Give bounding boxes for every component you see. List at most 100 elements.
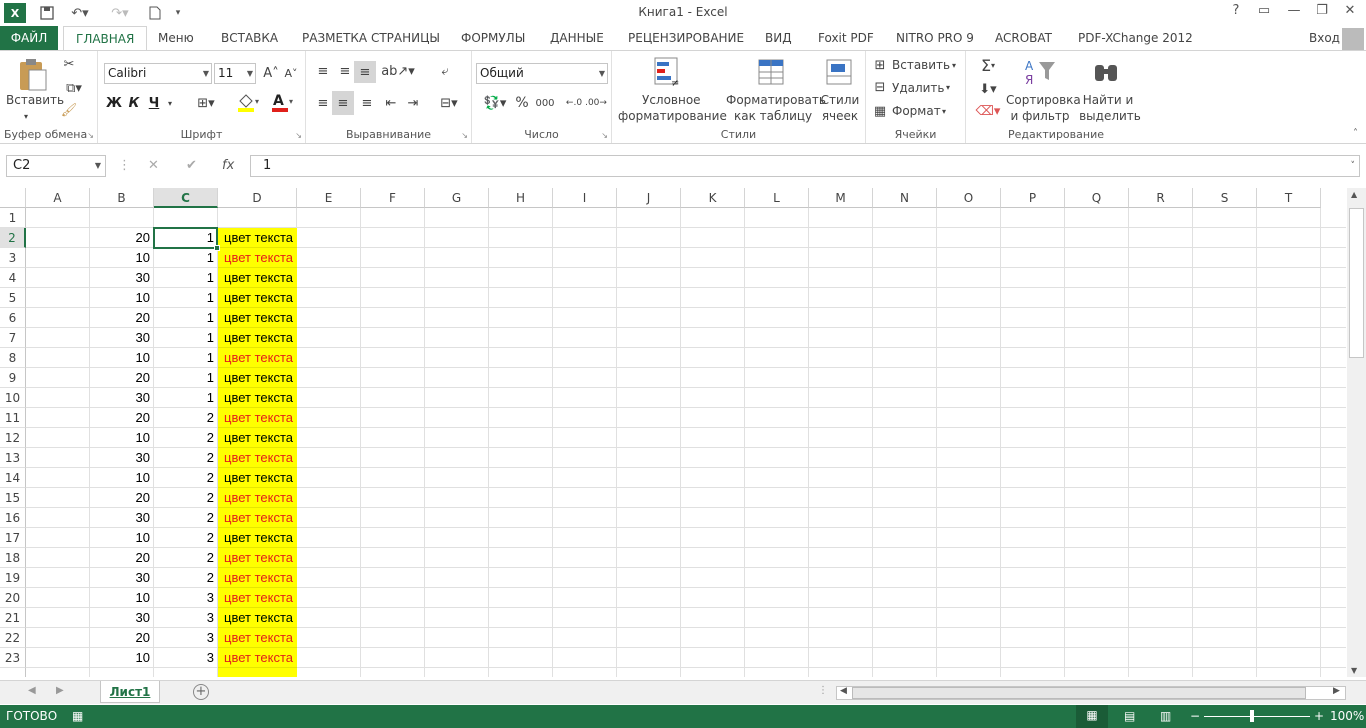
worksheet-grid[interactable]: A B C D E F G H I J K L M N O P Q R S T 1 2 20 1 цвет текста 3 10 1… <box>0 188 1346 677</box>
row-header[interactable]: 12 <box>0 428 26 448</box>
row-header[interactable]: 13 <box>0 448 26 468</box>
column-header-e[interactable]: E <box>297 188 361 208</box>
row-header[interactable]: 6 <box>0 308 26 328</box>
cell-c[interactable]: 2 <box>154 528 218 548</box>
restore-icon[interactable]: ❐ <box>1308 3 1336 23</box>
fill-icon[interactable]: ⬇▾ <box>972 79 1004 99</box>
align-bottom-icon[interactable]: ≡ <box>354 61 376 83</box>
cell-styles-label-1[interactable]: Стили <box>820 93 860 108</box>
cell-d[interactable]: цвет текста <box>218 588 297 608</box>
insert-function-icon[interactable]: fx <box>222 158 234 173</box>
column-header-l[interactable]: L <box>745 188 809 208</box>
conditional-formatting-label-2[interactable]: форматирование <box>618 109 727 124</box>
scroll-up-icon[interactable]: ▲ <box>1351 190 1357 199</box>
row-header[interactable]: 22 <box>0 628 26 648</box>
row-header[interactable]: 23 <box>0 648 26 668</box>
cell-b[interactable]: 30 <box>90 608 154 628</box>
underline-button[interactable]: Ч <box>146 93 162 113</box>
cell-b[interactable]: 10 <box>90 648 154 668</box>
cell-d[interactable]: цвет текста <box>218 368 297 388</box>
tab-review[interactable]: РЕЦЕНЗИРОВАНИЕ <box>628 26 744 50</box>
column-header-s[interactable]: S <box>1193 188 1257 208</box>
tab-home[interactable]: ГЛАВНАЯ <box>63 26 148 51</box>
row-header[interactable]: 1 <box>0 208 26 228</box>
cell-c[interactable]: 1 <box>154 328 218 348</box>
cell-c[interactable]: 1 <box>154 308 218 328</box>
align-top-icon[interactable]: ≡ <box>314 61 332 81</box>
avatar-icon[interactable] <box>1342 28 1364 50</box>
row-header[interactable]: 5 <box>0 288 26 308</box>
cell-c[interactable]: 2 <box>154 568 218 588</box>
column-header-f[interactable]: F <box>361 188 425 208</box>
row-header[interactable]: 14 <box>0 468 26 488</box>
clear-icon[interactable]: ⌫▾ <box>972 101 1004 121</box>
chevron-down-icon[interactable]: ▾ <box>938 103 950 119</box>
page-break-view-icon[interactable]: ▥ <box>1160 709 1171 723</box>
cell-b[interactable]: 20 <box>90 308 154 328</box>
column-header-j[interactable]: J <box>617 188 681 208</box>
cell-c[interactable]: 1 <box>154 268 218 288</box>
cell-b[interactable]: 30 <box>90 448 154 468</box>
decrease-indent-icon[interactable]: ⇤ <box>382 93 400 113</box>
cell-d[interactable]: цвет текста <box>218 608 297 628</box>
cell-c[interactable]: 1 <box>154 248 218 268</box>
row-header[interactable]: 8 <box>0 348 26 368</box>
row-header[interactable]: 7 <box>0 328 26 348</box>
find-select-label-2[interactable]: выделить <box>1078 109 1142 124</box>
next-sheet-icon[interactable]: ▶ <box>56 685 64 696</box>
help-icon[interactable]: ? <box>1222 3 1250 23</box>
font-size-combo[interactable]: 11 ▼ <box>214 63 256 84</box>
zoom-level[interactable]: 100% <box>1330 709 1364 723</box>
cut-icon[interactable]: ✂ <box>60 55 78 73</box>
italic-button[interactable]: К <box>126 93 142 113</box>
cell-c[interactable]: 3 <box>154 588 218 608</box>
name-box[interactable]: C2 ▼ <box>6 155 106 177</box>
close-icon[interactable]: ✕ <box>1336 3 1364 23</box>
scroll-left-icon[interactable]: ◀ <box>840 686 847 696</box>
column-header-n[interactable]: N <box>873 188 937 208</box>
cell-c[interactable] <box>154 208 218 228</box>
decrease-font-icon[interactable]: A˅ <box>282 63 300 83</box>
paste-dropdown-icon[interactable]: ▾ <box>24 109 28 124</box>
column-header-b[interactable]: B <box>90 188 154 208</box>
row-header[interactable]: 17 <box>0 528 26 548</box>
cell-b[interactable]: 20 <box>90 548 154 568</box>
align-left-icon[interactable]: ≡ <box>314 93 332 113</box>
scroll-down-icon[interactable]: ▼ <box>1351 666 1357 675</box>
cell-b[interactable]: 10 <box>90 428 154 448</box>
minimize-icon[interactable]: — <box>1280 3 1308 23</box>
delete-cells-button[interactable]: Удалить <box>892 81 945 96</box>
format-cells-button[interactable]: Формат <box>892 104 941 119</box>
sort-filter-label-1[interactable]: Сортировка <box>1006 93 1081 108</box>
format-as-table-label-1[interactable]: Форматировать <box>726 93 826 108</box>
row-header[interactable]: 4 <box>0 268 26 288</box>
row-header[interactable]: 16 <box>0 508 26 528</box>
cell-styles-icon[interactable] <box>824 55 856 89</box>
column-header-m[interactable]: M <box>809 188 873 208</box>
cell-d-partial[interactable] <box>218 668 297 677</box>
column-header-h[interactable]: H <box>489 188 553 208</box>
insert-cells-button[interactable]: Вставить <box>892 58 950 73</box>
cell-b[interactable]: 10 <box>90 248 154 268</box>
insert-cells-icon[interactable]: ⊞ <box>872 57 888 73</box>
font-color-icon[interactable]: A ▾ <box>268 91 298 113</box>
merge-center-icon[interactable]: ⊟▾ <box>434 93 464 113</box>
cell-d[interactable]: цвет текста <box>218 648 297 668</box>
cell-c[interactable]: 2 <box>154 428 218 448</box>
chevron-down-icon[interactable]: ▾ <box>948 57 960 73</box>
cell-d[interactable]: цвет текста <box>218 528 297 548</box>
align-middle-icon[interactable]: ≡ <box>336 61 354 81</box>
find-select-icon[interactable] <box>1090 55 1122 89</box>
cell-d[interactable]: цвет текста <box>218 428 297 448</box>
row-header[interactable]: 19 <box>0 568 26 588</box>
cell-d[interactable]: цвет текста <box>218 468 297 488</box>
cell-d[interactable]: цвет текста <box>218 488 297 508</box>
cell-d[interactable]: цвет текста <box>218 288 297 308</box>
number-format-combo[interactable]: Общий ▼ <box>476 63 608 84</box>
macro-record-icon[interactable]: ▦ <box>72 709 83 723</box>
cell-b[interactable]: 10 <box>90 528 154 548</box>
cell-d[interactable]: цвет текста <box>218 548 297 568</box>
prev-sheet-icon[interactable]: ◀ <box>28 685 36 696</box>
horizontal-scroll-thumb[interactable] <box>852 687 1306 699</box>
sort-filter-icon[interactable]: АЯ <box>1022 55 1058 89</box>
